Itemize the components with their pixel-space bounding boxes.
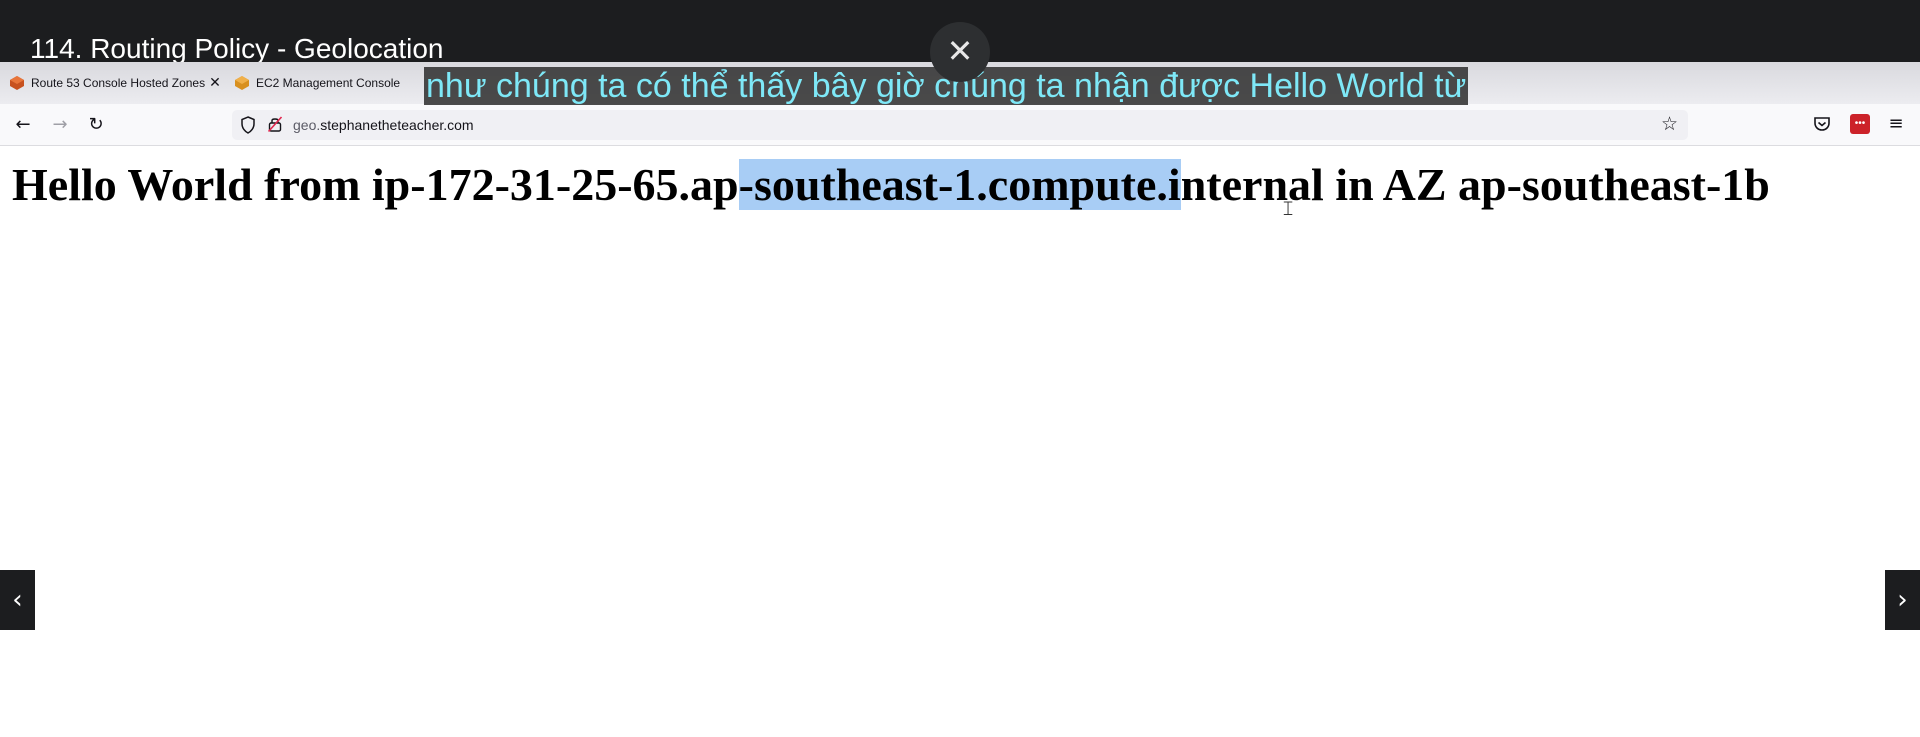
bookmark-star-icon[interactable]: ☆ <box>1661 113 1678 135</box>
back-icon[interactable]: ← <box>11 113 35 137</box>
hamburger-menu-icon[interactable]: ≡ <box>1886 114 1906 134</box>
text-cursor-icon: 𝙸 <box>1281 196 1296 220</box>
next-lecture-arrow[interactable]: › <box>1885 570 1920 630</box>
forward-icon[interactable]: → <box>48 113 72 137</box>
tab-label: EC2 Management Console <box>256 76 401 90</box>
url-subdomain: geo. <box>293 117 321 133</box>
lecture-title: 114. Routing Policy - Geolocation <box>30 33 444 64</box>
tab-close-icon[interactable]: ✕ <box>209 75 221 91</box>
tab-route53-console[interactable]: Route 53 Console Hosted Zones ✕ <box>9 70 221 96</box>
previous-lecture-arrow[interactable]: ‹ <box>0 570 35 630</box>
heading-selected-text: -southeast-1.compute.i <box>738 159 1181 210</box>
aws-route53-icon <box>10 76 24 90</box>
heading-text-before: Hello World from ip-172-31-25-65.ap <box>12 159 739 210</box>
close-icon[interactable]: ✕ <box>930 22 990 82</box>
page-heading: Hello World from ip-172-31-25-65.ap-sout… <box>12 158 1770 212</box>
shield-icon[interactable] <box>240 116 256 134</box>
page-content: Hello World from ip-172-31-25-65.ap-sout… <box>0 146 1920 737</box>
extension-icon[interactable]: ••• <box>1850 114 1870 134</box>
browser-nav-bar: ← → ↻ geo.stephanetheteacher.com ☆ ••• ≡ <box>0 104 1920 146</box>
reload-icon[interactable]: ↻ <box>84 113 108 137</box>
tab-ec2-console[interactable]: EC2 Management Console <box>234 70 400 96</box>
address-bar[interactable]: geo.stephanetheteacher.com ☆ <box>232 110 1688 140</box>
tab-label: Route 53 Console Hosted Zones <box>31 76 206 90</box>
insecure-lock-icon[interactable] <box>268 116 282 132</box>
url-text[interactable]: geo.stephanetheteacher.com <box>293 117 474 133</box>
url-domain: stephanetheteacher.com <box>320 117 474 133</box>
heading-text-after: nternal in AZ ap-southeast-1b <box>1180 159 1770 210</box>
aws-ec2-icon <box>235 76 249 90</box>
pocket-icon[interactable] <box>1812 114 1832 134</box>
